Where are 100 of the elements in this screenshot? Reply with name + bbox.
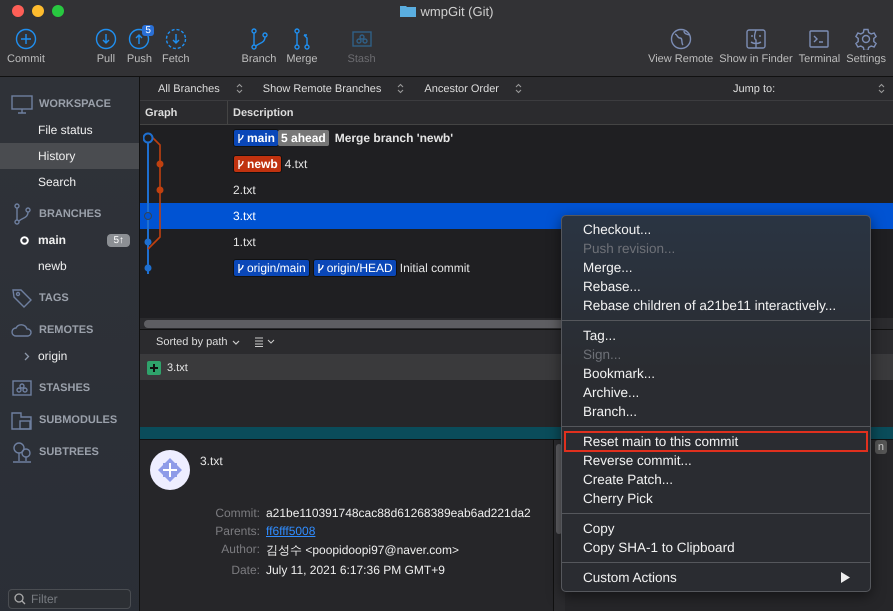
menu-item[interactable]: Reset main to this commit xyxy=(565,432,867,451)
window-title: wmpGit (Git) xyxy=(420,4,494,18)
menu-item[interactable]: Copy SHA-1 to Clipboard xyxy=(562,538,870,557)
toolbar-button[interactable]: 5 Push xyxy=(124,28,155,65)
stepper-icon xyxy=(514,83,522,94)
branch-name: History xyxy=(38,149,76,163)
terminal-icon xyxy=(808,28,830,50)
commit-message[interactable]: 4.txt xyxy=(284,157,308,171)
column-header: Graph xyxy=(140,101,228,124)
menu-item[interactable]: Cherry Pick xyxy=(562,489,870,508)
branch-icon xyxy=(237,158,245,170)
sidebar-item[interactable]: File status xyxy=(0,117,139,143)
branch-name: File status xyxy=(38,123,93,137)
menu-item[interactable]: Reverse commit... xyxy=(562,451,870,470)
menu-item[interactable]: Copy xyxy=(562,519,870,538)
menu-item[interactable]: Branch... xyxy=(562,402,870,421)
section-header: SUBMODULES xyxy=(39,414,118,426)
disclosure-icon[interactable] xyxy=(22,352,31,360)
branch-name: Search xyxy=(38,175,76,189)
ahead-badge: 5 ahead xyxy=(278,130,329,146)
commit-message[interactable]: 3.txt xyxy=(233,209,256,223)
parent-link[interactable]: ff6fff5008 xyxy=(266,524,553,538)
menu-item[interactable]: Rebase... xyxy=(562,277,870,296)
menu-item[interactable]: Custom Actions xyxy=(562,568,870,587)
commit-message[interactable]: Initial commit xyxy=(400,261,470,275)
sidebar-item[interactable]: main 5↑ xyxy=(0,227,139,253)
tag-icon xyxy=(11,287,33,309)
menu-item[interactable]: Rebase children of a21be11 interactively... xyxy=(562,296,870,315)
zoom-button[interactable] xyxy=(52,5,64,17)
finder-icon xyxy=(744,28,767,50)
filter-dropdown[interactable]: Show Remote Branches xyxy=(262,82,412,94)
folder-icon xyxy=(400,5,416,17)
branch-label: origin/HEAD xyxy=(312,259,397,277)
toolbar-button[interactable]: Pull xyxy=(92,28,120,65)
branch-label: origin/main xyxy=(233,259,310,277)
commit-message[interactable]: Merge branch 'newb' xyxy=(334,131,454,145)
section-header: REMOTES xyxy=(39,324,94,336)
stepper-icon xyxy=(236,83,243,94)
ahead-badge: 5↑ xyxy=(107,234,130,246)
toolbar-button[interactable]: Show in Finder xyxy=(716,28,796,65)
filter-field[interactable]: Filter xyxy=(8,589,131,609)
toolbar-button[interactable]: Branch xyxy=(238,28,280,65)
branch-icon xyxy=(237,262,245,274)
tree-icon xyxy=(11,441,33,463)
down-arrow-circle-icon xyxy=(94,28,117,50)
filter-dropdown[interactable]: All Branches xyxy=(158,82,251,94)
field-label: Commit: xyxy=(214,506,260,520)
menu-item[interactable]: Archive... xyxy=(562,383,870,402)
stepper-icon xyxy=(878,83,885,94)
stepper-icon xyxy=(397,83,404,94)
chevron-down-icon xyxy=(232,340,240,344)
sidebar-item[interactable]: History xyxy=(0,143,139,169)
section-header: WORKSPACE xyxy=(39,98,111,110)
minimize-button[interactable] xyxy=(32,5,44,17)
sidebar-item[interactable]: Search xyxy=(0,169,139,195)
toolbar-button[interactable]: Settings xyxy=(843,28,889,65)
toolbar-button[interactable]: Merge xyxy=(283,28,321,65)
field-value: 김성수 <poopidoopi97@naver.com> xyxy=(266,542,460,559)
menu-item[interactable]: Create Patch... xyxy=(562,470,870,489)
menu-item[interactable]: Bookmark... xyxy=(562,364,870,383)
monitor-icon xyxy=(11,93,33,115)
sidebar-item[interactable]: newb xyxy=(0,253,139,279)
section-header: TAGS xyxy=(39,292,69,304)
globe-icon xyxy=(670,28,692,50)
toolbar-button[interactable]: Fetch xyxy=(158,28,192,65)
close-button[interactable] xyxy=(12,5,24,17)
menu-item[interactable]: Merge... xyxy=(562,258,870,277)
toolbar-button[interactable]: Terminal xyxy=(796,28,844,65)
jump-to-dropdown[interactable]: Jump to: xyxy=(733,82,893,94)
branch-label: main xyxy=(233,129,280,147)
settings-icon xyxy=(855,28,878,50)
branch-icon xyxy=(316,262,325,274)
section-header: SUBTREES xyxy=(39,446,99,458)
branch-label: newb xyxy=(233,155,282,173)
menu-item[interactable]: Tag... xyxy=(562,326,870,345)
field-label: Author: xyxy=(220,542,260,558)
commit-message[interactable]: 2.txt xyxy=(233,183,256,197)
toolbar-button[interactable]: View Remote xyxy=(645,28,716,65)
sort-dropdown[interactable]: Sorted by path xyxy=(156,336,240,348)
field-label: Date: xyxy=(230,563,260,577)
branch-name: origin xyxy=(38,349,68,363)
branch-name: newb xyxy=(38,259,67,273)
toolbar-button[interactable]: Commit xyxy=(4,28,48,65)
sidebar-item[interactable]: origin xyxy=(0,343,139,369)
branch-icon xyxy=(237,132,245,144)
avatar-icon xyxy=(150,450,190,490)
commit-message[interactable]: 1.txt xyxy=(233,235,256,249)
count-badge: 5 xyxy=(142,25,154,36)
list-view-icon[interactable] xyxy=(254,337,276,347)
field-value: a21be110391748cac88d61268389eab6ad221da2 xyxy=(266,506,532,520)
filter-dropdown[interactable]: Ancestor Order xyxy=(424,82,530,94)
column-header: Description xyxy=(232,106,295,120)
field-value: July 11, 2021 6:17:36 PM GMT+9 xyxy=(266,563,446,577)
up-arrow-circle-icon xyxy=(128,28,150,50)
commit-title: 3.txt xyxy=(200,454,223,470)
field-label: Parents: xyxy=(214,524,260,538)
section-header: BRANCHES xyxy=(39,208,102,220)
plus-circle-icon xyxy=(14,28,37,50)
section-header: STASHES xyxy=(39,382,90,394)
branch-name: main xyxy=(38,233,66,247)
